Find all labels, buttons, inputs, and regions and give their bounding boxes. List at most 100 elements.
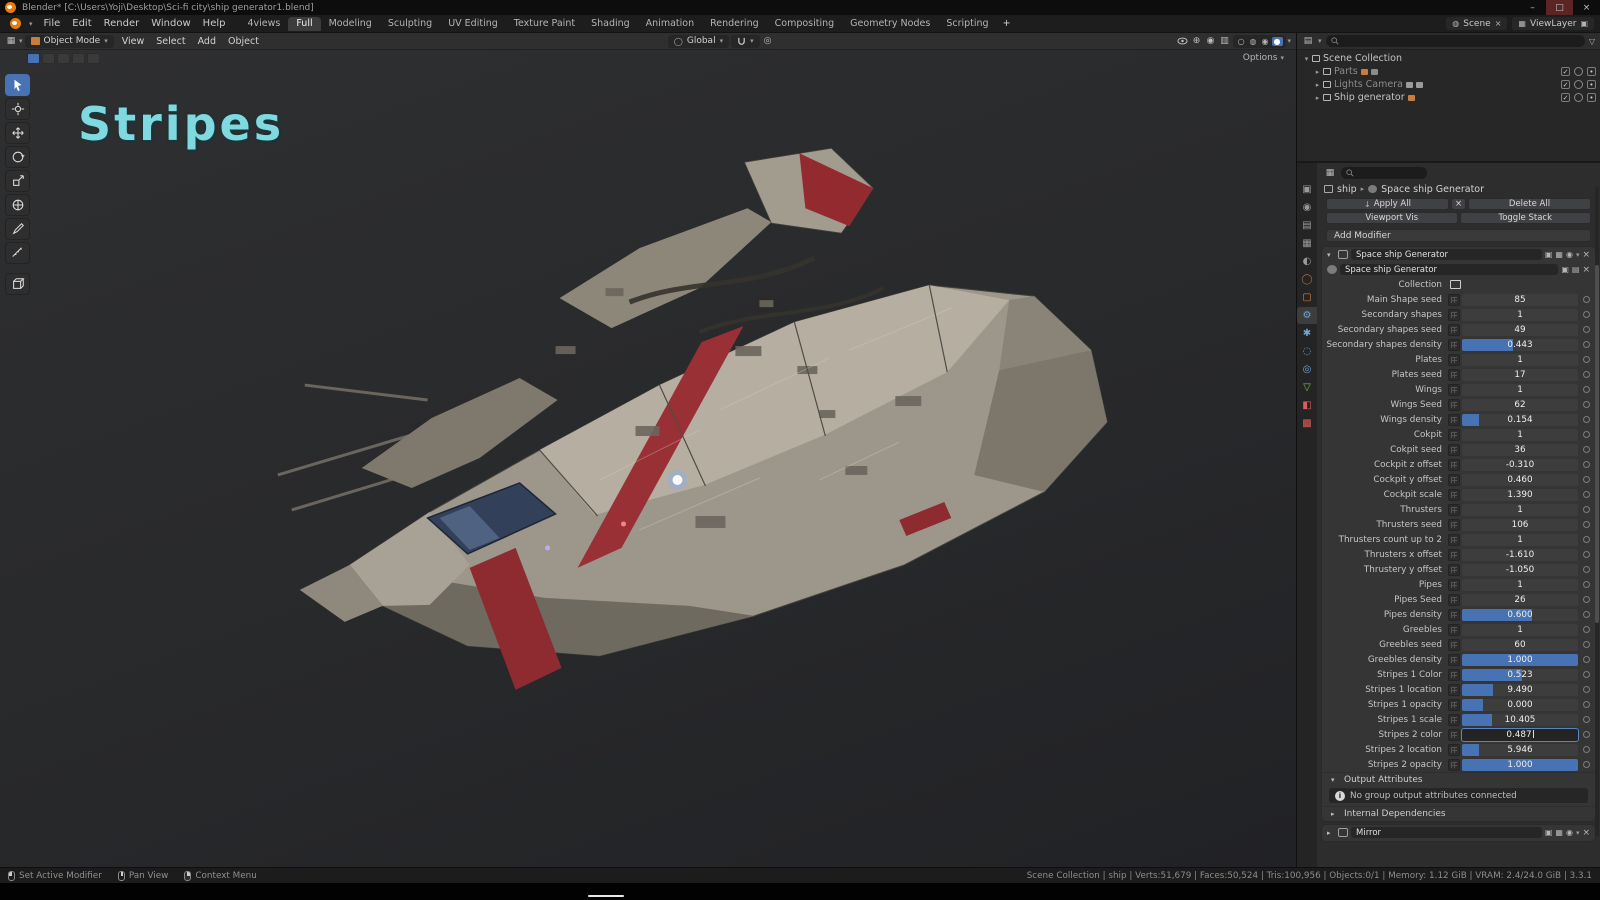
outliner-search-input[interactable] <box>1326 35 1585 47</box>
camera-toggle-icon[interactable]: • <box>1587 80 1596 89</box>
camera-toggle-icon[interactable]: • <box>1587 93 1596 102</box>
decorator-icon[interactable] <box>1581 581 1591 588</box>
param-slider[interactable]: 1.000 <box>1462 654 1578 666</box>
decorator-icon[interactable] <box>1581 311 1591 318</box>
viewport-menu-add[interactable]: Add <box>192 35 222 48</box>
edit-mode-toggle-icon[interactable]: ▣ <box>1545 828 1553 837</box>
selectable-toggle-icon[interactable] <box>1574 93 1583 102</box>
param-slider[interactable]: 1 <box>1462 624 1578 636</box>
properties-tab-scene[interactable]: ◐ <box>1297 253 1317 270</box>
delete-all-button[interactable]: Delete All <box>1468 198 1591 210</box>
decorator-icon[interactable] <box>1581 521 1591 528</box>
shading-wireframe-button[interactable]: ○ <box>1236 37 1247 46</box>
properties-tab-world[interactable]: ◯ <box>1297 271 1317 288</box>
menu-help[interactable]: Help <box>197 17 232 30</box>
decorator-icon[interactable] <box>1581 326 1591 333</box>
mirror-name-field[interactable]: Mirror <box>1351 827 1542 838</box>
scene-selector[interactable]: ◍ Scene × <box>1446 17 1507 30</box>
workspace-tab[interactable]: Animation <box>638 17 702 31</box>
tool-setting-button[interactable] <box>72 53 85 64</box>
clear-button[interactable]: × <box>1451 198 1466 210</box>
outliner-row[interactable]: ▸Parts✓• <box>1297 65 1600 78</box>
properties-tab-particles[interactable]: ✱ <box>1297 325 1317 342</box>
decorator-icon[interactable] <box>1581 731 1591 738</box>
param-slider[interactable]: 106 <box>1462 519 1578 531</box>
input-attribute-toggle-icon[interactable] <box>1448 564 1460 576</box>
decorator-icon[interactable] <box>1581 506 1591 513</box>
tool-setting-button[interactable] <box>27 53 40 64</box>
tool-setting-button[interactable] <box>57 53 70 64</box>
scrollbar-thumb[interactable] <box>1595 265 1599 623</box>
decorator-icon[interactable] <box>1581 461 1591 468</box>
tool-setting-button[interactable] <box>42 53 55 64</box>
param-slider[interactable]: 1 <box>1462 309 1578 321</box>
gizmo-toggle-icon[interactable]: ⊕ <box>1191 35 1203 47</box>
edit-mode-toggle-icon[interactable]: ▣ <box>1545 250 1553 259</box>
checkbox-toggle-icon[interactable]: ✓ <box>1561 93 1570 102</box>
decorator-icon[interactable] <box>1581 701 1591 708</box>
param-slider[interactable]: 0.000 <box>1462 699 1578 711</box>
input-attribute-toggle-icon[interactable] <box>1448 549 1460 561</box>
decorator-icon[interactable] <box>1581 551 1591 558</box>
fake-user-icon[interactable]: ▣ <box>1561 265 1569 274</box>
input-attribute-toggle-icon[interactable] <box>1448 699 1460 711</box>
decorator-icon[interactable] <box>1581 431 1591 438</box>
param-slider[interactable]: 1 <box>1462 579 1578 591</box>
decorator-icon[interactable] <box>1581 761 1591 768</box>
input-attribute-toggle-icon[interactable] <box>1448 429 1460 441</box>
input-attribute-toggle-icon[interactable] <box>1448 294 1460 306</box>
param-slider[interactable]: 1 <box>1462 354 1578 366</box>
mode-dropdown[interactable]: Object Mode ▾ <box>25 35 114 48</box>
tool-scale[interactable] <box>5 170 30 192</box>
properties-editor-type-icon[interactable]: ▦ <box>1324 167 1336 179</box>
toggle-stack-button[interactable]: Toggle Stack <box>1460 212 1592 224</box>
input-attribute-toggle-icon[interactable] <box>1448 714 1460 726</box>
workspace-tab[interactable]: Shading <box>583 17 638 31</box>
menu-render[interactable]: Render <box>98 17 146 30</box>
tool-rotate[interactable] <box>5 146 30 168</box>
tool-add-cube[interactable] <box>5 273 30 295</box>
outliner-row[interactable]: ▸Ship generator✓• <box>1297 91 1600 104</box>
close-button[interactable]: × <box>1573 0 1600 15</box>
input-attribute-toggle-icon[interactable] <box>1448 729 1460 741</box>
checkbox-toggle-icon[interactable]: ✓ <box>1561 67 1570 76</box>
input-attribute-toggle-icon[interactable] <box>1448 639 1460 651</box>
breadcrumb-modifier[interactable]: Space ship Generator <box>1381 184 1484 195</box>
properties-tab-texture[interactable]: ▩ <box>1297 415 1317 432</box>
maximize-button[interactable]: □ <box>1546 0 1573 15</box>
viewlayer-copy-icon[interactable]: ▣ <box>1580 19 1588 28</box>
chevron-right-icon[interactable]: ▸ <box>1327 829 1335 837</box>
viewport-menu-select[interactable]: Select <box>150 35 191 48</box>
unlink-node-group-icon[interactable]: × <box>1582 265 1590 275</box>
workspace-tab[interactable]: 4views <box>239 17 288 31</box>
tool-setting-button[interactable] <box>87 53 100 64</box>
param-slider[interactable]: 1 <box>1462 504 1578 516</box>
decorator-icon[interactable] <box>1581 356 1591 363</box>
input-attribute-toggle-icon[interactable] <box>1448 609 1460 621</box>
input-attribute-toggle-icon[interactable] <box>1448 459 1460 471</box>
param-slider[interactable]: 0.523 <box>1462 669 1578 681</box>
input-attribute-toggle-icon[interactable] <box>1448 519 1460 531</box>
workspace-tab[interactable]: Scripting <box>938 17 996 31</box>
extras-dropdown-icon[interactable]: ▾ <box>1576 829 1580 837</box>
scene-unlink-icon[interactable]: × <box>1495 19 1502 28</box>
disclosure-icon[interactable]: ▸ <box>1312 81 1323 89</box>
input-attribute-toggle-icon[interactable] <box>1448 579 1460 591</box>
input-attribute-toggle-icon[interactable] <box>1448 324 1460 336</box>
param-slider[interactable]: -0.310 <box>1462 459 1578 471</box>
render-toggle-icon[interactable]: ◉ <box>1566 828 1573 837</box>
param-slider[interactable]: -1.610 <box>1462 549 1578 561</box>
decorator-icon[interactable] <box>1581 716 1591 723</box>
decorator-icon[interactable] <box>1581 746 1591 753</box>
disclosure-icon[interactable]: ▸ <box>1312 68 1323 76</box>
app-menu-button[interactable]: ▾ <box>0 18 38 29</box>
input-attribute-toggle-icon[interactable] <box>1448 654 1460 666</box>
selectable-toggle-icon[interactable] <box>1574 80 1583 89</box>
properties-search-input[interactable] <box>1341 167 1427 179</box>
tool-move[interactable] <box>5 122 30 144</box>
input-attribute-toggle-icon[interactable] <box>1448 684 1460 696</box>
param-slider[interactable]: 5.946 <box>1462 744 1578 756</box>
add-modifier-button[interactable]: Add Modifier <box>1326 229 1591 242</box>
input-attribute-toggle-icon[interactable] <box>1448 759 1460 771</box>
input-attribute-toggle-icon[interactable] <box>1448 384 1460 396</box>
